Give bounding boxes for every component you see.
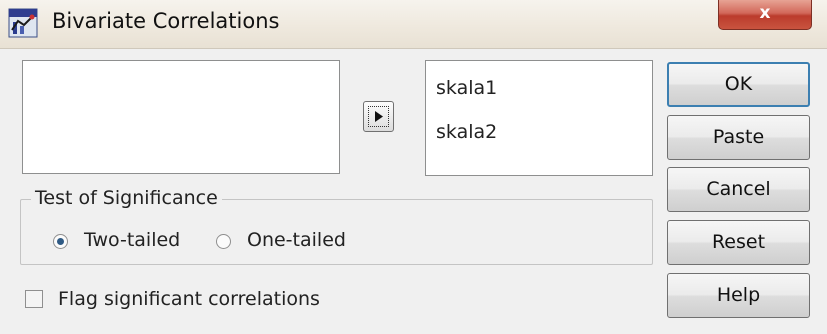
- one-tailed-label[interactable]: One-tailed: [247, 229, 346, 251]
- one-tailed-radio[interactable]: [216, 234, 231, 249]
- help-button[interactable]: Help: [667, 273, 810, 318]
- list-item-skala2[interactable]: skala2: [436, 121, 497, 143]
- close-button[interactable]: x: [718, 0, 812, 30]
- help-button-label: Help: [716, 284, 761, 306]
- cancel-button[interactable]: Cancel: [667, 167, 810, 212]
- flag-significant-checkbox[interactable]: [25, 290, 43, 308]
- window-title: Bivariate Correlations: [52, 9, 280, 33]
- bivariate-correlations-dialog: Bivariate Correlations x skala1 skala2 O…: [0, 0, 827, 334]
- move-variable-button[interactable]: [363, 101, 394, 132]
- source-variable-list[interactable]: [22, 60, 340, 174]
- arrow-right-icon: [375, 111, 383, 122]
- spss-dialog-icon: [8, 8, 38, 38]
- list-item-skala1[interactable]: skala1: [436, 77, 497, 99]
- paste-button-label: Paste: [712, 126, 765, 148]
- reset-button-label: Reset: [711, 231, 766, 253]
- ok-button-label: OK: [724, 73, 753, 95]
- paste-button[interactable]: Paste: [667, 115, 810, 160]
- reset-button[interactable]: Reset: [667, 220, 810, 265]
- title-bar[interactable]: Bivariate Correlations x: [0, 0, 827, 49]
- significance-group-label: Test of Significance: [31, 187, 222, 209]
- two-tailed-radio[interactable]: [53, 234, 68, 249]
- cancel-button-label: Cancel: [706, 178, 771, 200]
- ok-button[interactable]: OK: [667, 62, 810, 107]
- target-variable-list[interactable]: skala1 skala2: [425, 60, 653, 176]
- two-tailed-label[interactable]: Two-tailed: [84, 229, 180, 251]
- flag-significant-label[interactable]: Flag significant correlations: [58, 288, 320, 310]
